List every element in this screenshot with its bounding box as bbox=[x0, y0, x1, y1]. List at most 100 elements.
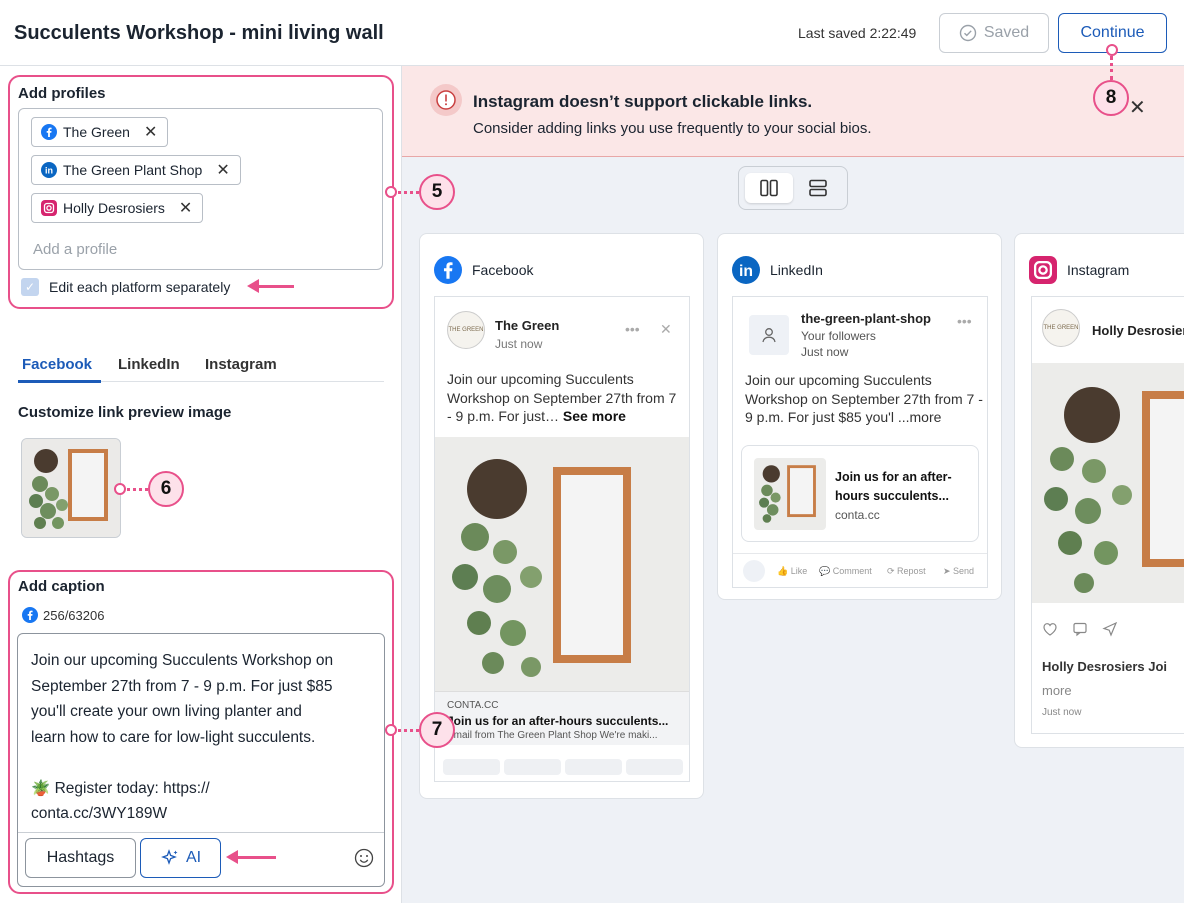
ai-label: AI bbox=[185, 849, 202, 866]
see-more-link[interactable]: See more bbox=[563, 408, 626, 424]
post-image bbox=[1032, 363, 1184, 603]
active-tab-indicator bbox=[18, 380, 101, 383]
more-options-icon[interactable]: ••• bbox=[625, 321, 640, 337]
comment-button[interactable] bbox=[504, 759, 561, 775]
comment-button[interactable]: 💬 Comment bbox=[819, 566, 872, 577]
linkedin-preview-card: in LinkedIn the-green-plant-shop Your fo… bbox=[717, 233, 1002, 600]
post-author: The Green bbox=[495, 318, 560, 333]
link-domain: conta.cc bbox=[835, 508, 880, 522]
remove-profile-icon[interactable]: ✕ bbox=[144, 122, 157, 142]
top-bar: Succulents Workshop - mini living wall L… bbox=[0, 0, 1184, 66]
tab-facebook[interactable]: Facebook bbox=[22, 356, 92, 373]
character-counter: 256/63206 bbox=[22, 607, 104, 623]
profile-chip-facebook: The Green ✕ bbox=[31, 117, 169, 147]
hashtags-button[interactable]: Hashtags bbox=[25, 838, 136, 878]
svg-text:in: in bbox=[739, 263, 753, 280]
post-author: Holly Desrosiers bbox=[1092, 323, 1184, 338]
edit-separately-label: Edit each platform separately bbox=[49, 279, 231, 295]
link-thumbnail bbox=[754, 458, 826, 530]
heart-icon[interactable] bbox=[1042, 621, 1058, 637]
repost-button[interactable]: ⟳ Repost bbox=[887, 566, 926, 577]
columns-icon bbox=[760, 179, 778, 197]
card-header: in LinkedIn bbox=[732, 256, 823, 284]
saved-button[interactable]: Saved bbox=[939, 13, 1049, 53]
share-button[interactable] bbox=[565, 759, 622, 775]
post-audience: Your followers bbox=[801, 329, 876, 343]
avatar: THE GREEN bbox=[1042, 309, 1080, 347]
link-title: Join us for an after-hours succulents... bbox=[835, 470, 952, 503]
close-icon[interactable]: ✕ bbox=[660, 321, 672, 338]
link-title: Join us for an after-hours succulents... bbox=[447, 714, 669, 728]
remove-profile-icon[interactable]: ✕ bbox=[216, 160, 229, 180]
link-preview-thumbnail[interactable] bbox=[21, 438, 121, 538]
like-button[interactable]: 👍 Like bbox=[777, 566, 807, 577]
arrow-ai-button bbox=[226, 850, 276, 864]
remove-profile-icon[interactable]: ✕ bbox=[179, 198, 192, 218]
post-caption: Holly Desrosiers Joi bbox=[1042, 659, 1167, 674]
card-header: Instagram bbox=[1029, 256, 1129, 284]
send-button[interactable] bbox=[626, 759, 683, 775]
svg-text:in: in bbox=[45, 165, 53, 175]
link-preview-label: Customize link preview image bbox=[18, 404, 232, 421]
link-description: Email from The Green Plant Shop We're ma… bbox=[447, 730, 658, 741]
profile-chip-label: The Green bbox=[63, 124, 130, 140]
close-icon[interactable]: ✕ bbox=[1129, 95, 1146, 120]
reaction-bar bbox=[443, 759, 683, 775]
callout-anchor bbox=[114, 483, 126, 495]
platform-name: Facebook bbox=[472, 262, 534, 278]
sparkle-icon bbox=[161, 849, 178, 865]
send-button[interactable]: ➤ Send bbox=[943, 566, 974, 577]
caption-editor[interactable]: Join our upcoming Succulents Workshop on… bbox=[17, 633, 385, 887]
avatar: THE GREEN bbox=[447, 311, 485, 349]
comment-icon[interactable] bbox=[1072, 621, 1088, 637]
caption-text[interactable]: Join our upcoming Succulents Workshop on… bbox=[31, 648, 371, 827]
banner-subtitle: Consider adding links you use frequently… bbox=[473, 120, 872, 137]
profile-chip-label: Holly Desrosiers bbox=[63, 200, 165, 216]
emoji-icon[interactable] bbox=[354, 848, 374, 868]
page-title: Succulents Workshop - mini living wall bbox=[14, 22, 384, 44]
avatar bbox=[749, 315, 789, 355]
card-header: Facebook bbox=[434, 256, 533, 284]
callout-line bbox=[398, 729, 419, 732]
tab-linkedin[interactable]: LinkedIn bbox=[118, 356, 180, 373]
callout-anchor bbox=[385, 186, 397, 198]
profile-chip-linkedin: in The Green Plant Shop ✕ bbox=[31, 155, 241, 185]
facebook-preview-card: Facebook THE GREEN The Green Just now ••… bbox=[419, 233, 704, 799]
like-button[interactable] bbox=[443, 759, 500, 775]
callout-6: 6 bbox=[148, 471, 184, 507]
edit-separately-row[interactable]: ✓ Edit each platform separately bbox=[21, 278, 230, 296]
linkedin-post: the-green-plant-shop Your followers Just… bbox=[732, 296, 988, 588]
post-image bbox=[435, 437, 689, 691]
add-profile-input[interactable]: Add a profile bbox=[33, 241, 117, 258]
facebook-icon bbox=[41, 124, 57, 140]
edit-separately-checkbox[interactable]: ✓ bbox=[21, 278, 39, 296]
rows-icon bbox=[809, 179, 827, 197]
profiles-field[interactable]: The Green ✕ in The Green Plant Shop ✕ Ho… bbox=[18, 108, 383, 270]
send-icon[interactable] bbox=[1102, 621, 1118, 637]
tab-instagram[interactable]: Instagram bbox=[205, 356, 277, 373]
instagram-preview-card: Instagram THE GREEN Holly Desrosiers bbox=[1014, 233, 1184, 748]
check-circle-icon bbox=[959, 24, 977, 42]
last-saved-text: Last saved 2:22:49 bbox=[798, 25, 917, 41]
callout-anchor bbox=[385, 724, 397, 736]
callout-line bbox=[1110, 56, 1113, 80]
facebook-post: THE GREEN The Green Just now ••• ✕ Join … bbox=[434, 296, 690, 782]
more-link[interactable]: more bbox=[1042, 683, 1072, 698]
post-text: Join our upcoming Succulents Workshop on… bbox=[745, 372, 983, 425]
columns-view-button[interactable] bbox=[745, 173, 793, 203]
avatar bbox=[743, 560, 765, 582]
callout-8: 8 bbox=[1093, 80, 1129, 116]
facebook-icon bbox=[434, 256, 462, 284]
link-preview: Join us for an after-hours succulents...… bbox=[741, 445, 979, 542]
post-author: the-green-plant-shop bbox=[801, 311, 931, 326]
ai-button[interactable]: AI bbox=[140, 838, 221, 878]
more-options-icon[interactable]: ••• bbox=[957, 313, 972, 329]
rows-view-button[interactable] bbox=[794, 173, 842, 203]
planter-image bbox=[759, 465, 816, 523]
platform-name: Instagram bbox=[1067, 262, 1130, 278]
add-profiles-label: Add profiles bbox=[18, 85, 106, 102]
alert-icon bbox=[430, 84, 462, 116]
post-text: Join our upcoming Succulents Workshop on… bbox=[447, 371, 677, 424]
instagram-warning-banner: Instagram doesn’t support clickable link… bbox=[402, 66, 1184, 157]
counter-value: 256/63206 bbox=[43, 607, 105, 623]
